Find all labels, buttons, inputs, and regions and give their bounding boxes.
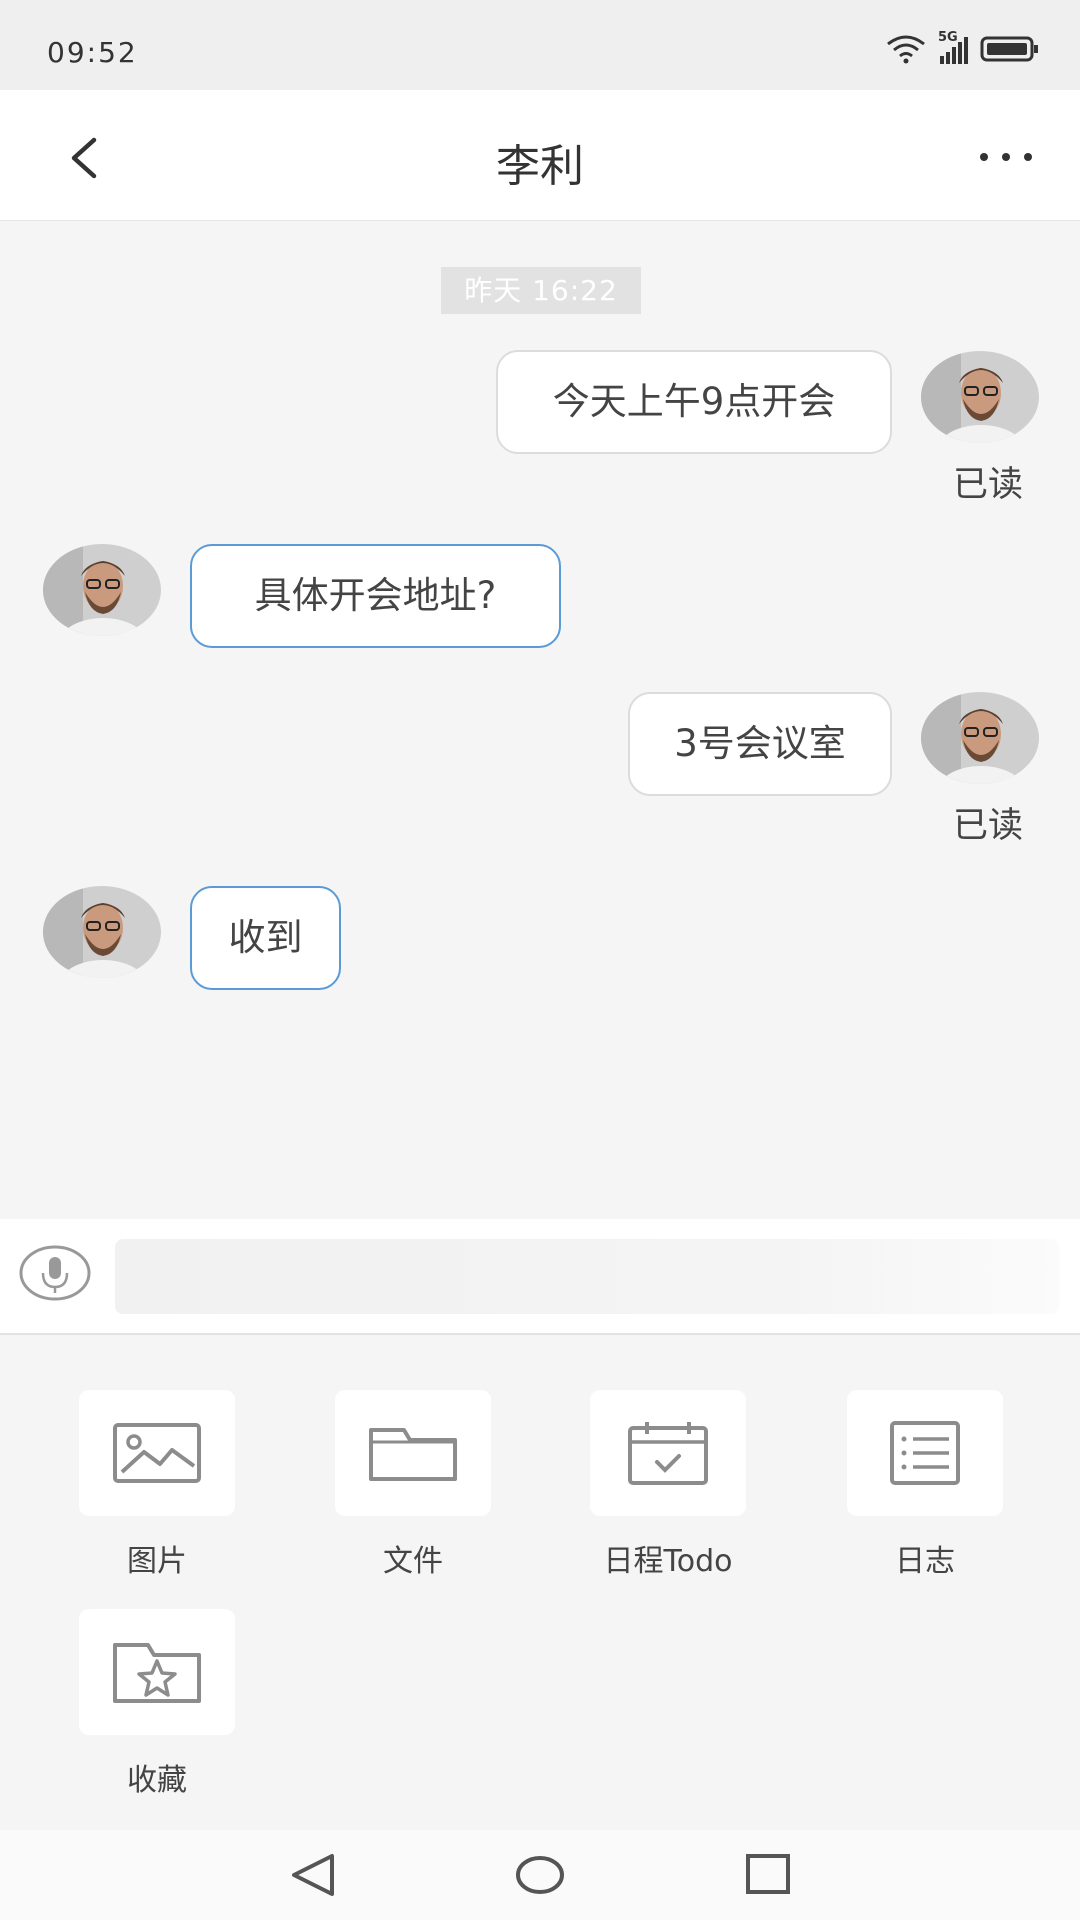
avatar-contact[interactable] [43, 886, 161, 978]
network-type: 5G [938, 30, 958, 45]
microphone-icon[interactable] [19, 1245, 91, 1301]
tool-calendar-todo[interactable]: 日程Todo [588, 1390, 748, 1580]
avatar-contact[interactable] [43, 544, 161, 636]
system-nav-bar [0, 1830, 1080, 1920]
message-bubble-outgoing[interactable]: 今天上午9点开会 [496, 350, 892, 454]
read-receipt: 已读 [953, 465, 1024, 505]
calendar-icon [628, 1422, 708, 1485]
tool-label: 日程Todo [603, 1544, 733, 1579]
avatar-self[interactable] [921, 692, 1039, 784]
tool-calendar-tile[interactable] [590, 1390, 746, 1516]
message-bubble-outgoing[interactable]: 3号会议室 [628, 692, 892, 796]
list-icon [890, 1421, 960, 1485]
tool-image-tile[interactable] [79, 1390, 235, 1516]
input-bar [0, 1219, 1080, 1335]
tool-label: 图片 [127, 1544, 187, 1579]
message-input[interactable] [115, 1239, 1059, 1314]
tool-file[interactable]: 文件 [333, 1390, 493, 1580]
tool-favorites-tile[interactable] [79, 1609, 235, 1735]
nav-recents-icon[interactable] [738, 1850, 798, 1900]
signal-icon: 5G [938, 30, 968, 64]
favorite-folder-icon [113, 1643, 201, 1703]
status-bar: 09:52 5G [0, 0, 1080, 90]
image-icon [113, 1423, 201, 1483]
status-icons: 5G [884, 30, 1040, 64]
tool-favorites[interactable]: 收藏 [77, 1609, 237, 1799]
message-text: 具体开会地址? [254, 574, 497, 617]
message-text: 3号会议室 [674, 722, 846, 765]
avatar-self[interactable] [921, 351, 1039, 443]
avatar-image [43, 544, 161, 636]
message-text: 收到 [228, 916, 303, 959]
tool-label: 文件 [383, 1544, 443, 1579]
folder-icon [369, 1428, 457, 1481]
message-text: 今天上午9点开会 [552, 380, 836, 423]
tools-panel: 图片 文件 日程Todo 日志 收藏 [0, 1335, 1080, 1830]
nav-home-icon[interactable] [510, 1850, 570, 1900]
tool-log-tile[interactable] [847, 1390, 1003, 1516]
tool-log[interactable]: 日志 [845, 1390, 1005, 1580]
page-title: 李利 [496, 141, 584, 192]
wifi-icon [887, 35, 925, 64]
status-time: 09:52 [47, 36, 138, 69]
chat-header: 李利 [0, 90, 1080, 221]
message-bubble-incoming[interactable]: 收到 [190, 886, 341, 990]
tool-file-tile[interactable] [335, 1390, 491, 1516]
nav-back-icon[interactable] [284, 1850, 344, 1900]
tool-label: 收藏 [127, 1763, 187, 1798]
tool-image[interactable]: 图片 [77, 1390, 237, 1580]
read-receipt: 已读 [953, 806, 1024, 846]
tool-label: 日志 [895, 1544, 955, 1579]
message-bubble-incoming[interactable]: 具体开会地址? [190, 544, 561, 648]
avatar-image [921, 692, 1039, 784]
message-timestamp: 昨天 16:22 [441, 267, 641, 314]
avatar-image [921, 351, 1039, 443]
avatar-image [43, 886, 161, 978]
more-options-icon[interactable] [976, 142, 1036, 172]
battery-icon [980, 36, 1038, 62]
